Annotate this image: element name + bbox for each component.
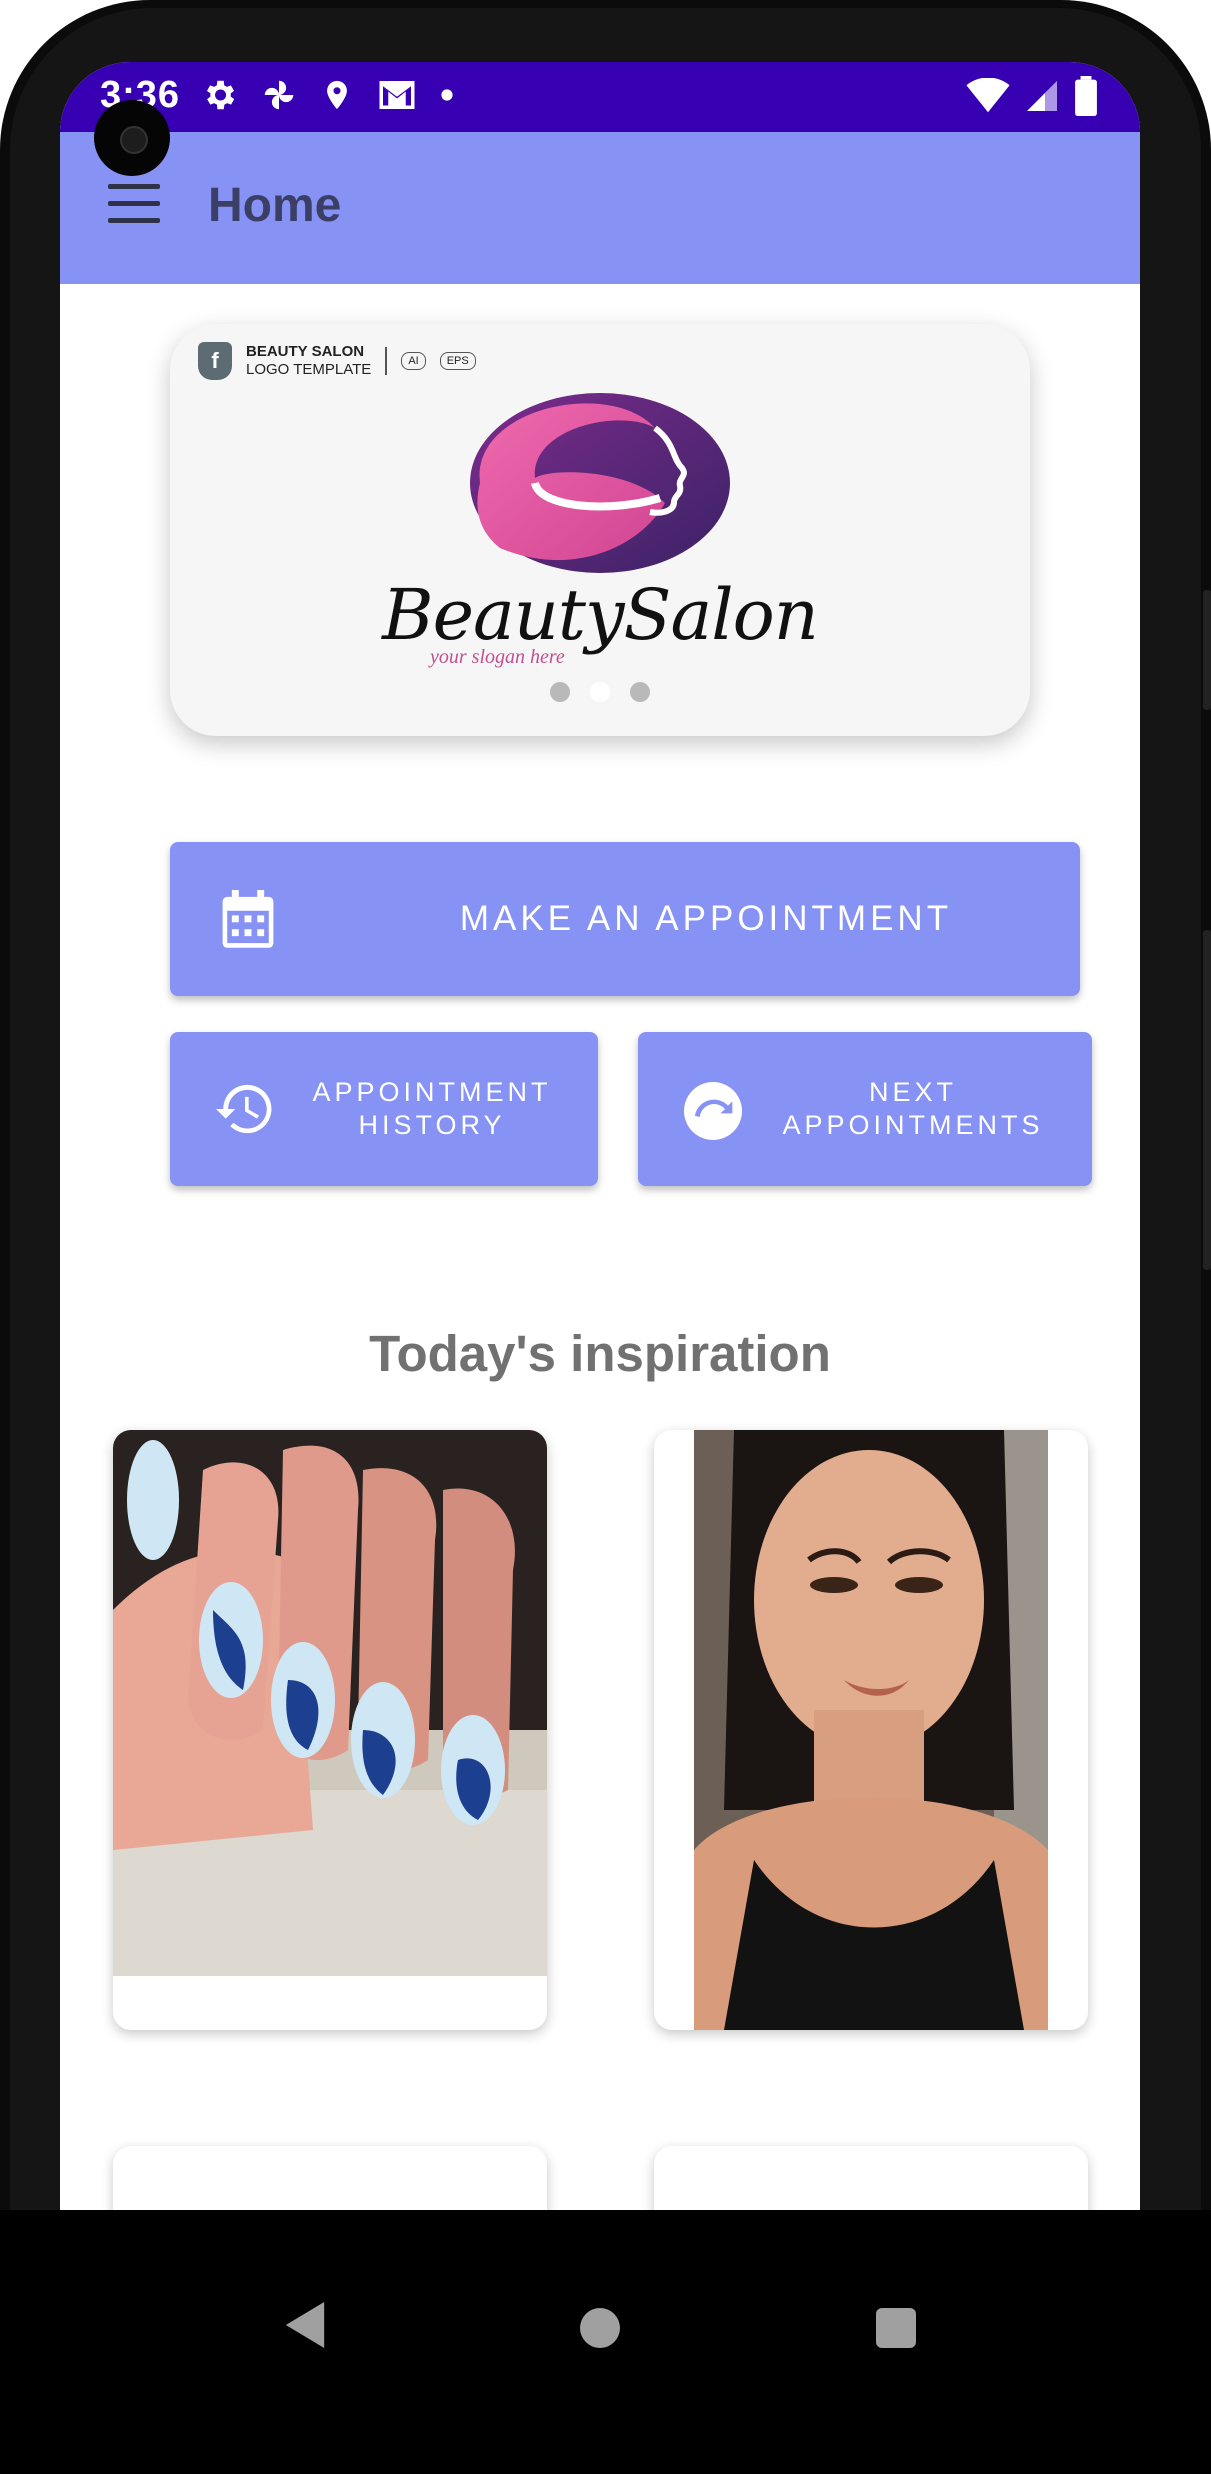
appointment-history-line-1: APPOINTMENT bbox=[312, 1077, 552, 1107]
salon-logo-icon bbox=[470, 393, 730, 573]
page-title: Home bbox=[208, 179, 342, 232]
history-icon bbox=[216, 1084, 272, 1134]
gear-icon bbox=[206, 80, 235, 110]
status-bar: 3:36 bbox=[60, 62, 1140, 132]
recents-icon[interactable] bbox=[876, 2308, 916, 2348]
dot-icon bbox=[441, 89, 453, 101]
appointment-history-label: APPOINTMENT HISTORY bbox=[290, 1076, 574, 1142]
salon-name: BeautySalon bbox=[382, 574, 819, 656]
back-icon[interactable] bbox=[285, 2302, 325, 2348]
brand-line-2: LOGO TEMPLATE bbox=[246, 361, 372, 378]
next-appointments-label: NEXT APPOINTMENTS bbox=[758, 1076, 1068, 1142]
brand-line-1: BEAUTY SALON bbox=[246, 343, 365, 360]
banner-carousel[interactable]: f BEAUTY SALON LOGO TEMPLATE AI EPS Beau… bbox=[170, 324, 1030, 736]
brand-text: BEAUTY SALON LOGO TEMPLATE bbox=[246, 343, 371, 379]
section-title: Today's inspiration bbox=[369, 1325, 831, 1382]
banner-header: f BEAUTY SALON LOGO TEMPLATE AI EPS bbox=[198, 342, 476, 380]
gmail-icon bbox=[379, 81, 415, 109]
next-appointments-button[interactable]: NEXT APPOINTMENTS bbox=[638, 1032, 1092, 1186]
front-camera bbox=[94, 100, 170, 176]
makeup-portrait-photo bbox=[694, 1430, 1048, 2030]
inspiration-card-makeup[interactable] bbox=[654, 1430, 1088, 2030]
home-icon[interactable] bbox=[580, 2308, 620, 2348]
app-bar: Home bbox=[60, 132, 1140, 284]
badge-eps: EPS bbox=[439, 352, 476, 370]
carousel-dot[interactable] bbox=[550, 682, 570, 702]
nail-art-photo bbox=[113, 1430, 547, 1976]
appointment-history-line-2: HISTORY bbox=[358, 1110, 506, 1140]
brand-mark-icon: f bbox=[198, 342, 232, 380]
redo-circle-icon bbox=[684, 1082, 742, 1140]
make-appointment-label: MAKE AN APPOINTMENT bbox=[459, 899, 953, 938]
phone-frame: 3:36 Home f BEAUTY SALON LOGO TEMPLATE A… bbox=[0, 0, 1211, 2474]
status-icons-right bbox=[966, 76, 1098, 116]
home-content[interactable]: f BEAUTY SALON LOGO TEMPLATE AI EPS Beau… bbox=[60, 284, 1140, 2272]
make-appointment-button[interactable]: MAKE AN APPOINTMENT bbox=[170, 842, 1080, 996]
slogan: your slogan here bbox=[430, 646, 565, 668]
hamburger-menu-icon[interactable] bbox=[108, 184, 160, 224]
next-appointments-line-2: APPOINTMENTS bbox=[782, 1110, 1044, 1140]
badge-ai: AI bbox=[401, 352, 426, 370]
carousel-dot[interactable] bbox=[630, 682, 650, 702]
calendar-icon bbox=[222, 890, 274, 948]
volume-button bbox=[1203, 930, 1211, 1270]
screen: 3:36 Home f BEAUTY SALON LOGO TEMPLATE A… bbox=[60, 62, 1140, 2272]
inspiration-card-nails[interactable] bbox=[113, 1430, 547, 2030]
system-nav-bar bbox=[0, 2210, 1211, 2474]
cell-signal-icon bbox=[1027, 81, 1057, 111]
location-pin-icon bbox=[327, 80, 347, 110]
appointment-history-button[interactable]: APPOINTMENT HISTORY bbox=[170, 1032, 598, 1186]
power-button bbox=[1203, 590, 1211, 710]
divider bbox=[385, 347, 388, 375]
wifi-icon bbox=[966, 78, 1010, 113]
battery-icon bbox=[1075, 76, 1097, 116]
carousel-dot-active[interactable] bbox=[590, 682, 610, 702]
carousel-indicator bbox=[170, 682, 1030, 702]
next-appointments-line-1: NEXT bbox=[868, 1077, 957, 1107]
pinwheel-icon bbox=[264, 80, 294, 110]
status-icons-left bbox=[200, 76, 454, 114]
